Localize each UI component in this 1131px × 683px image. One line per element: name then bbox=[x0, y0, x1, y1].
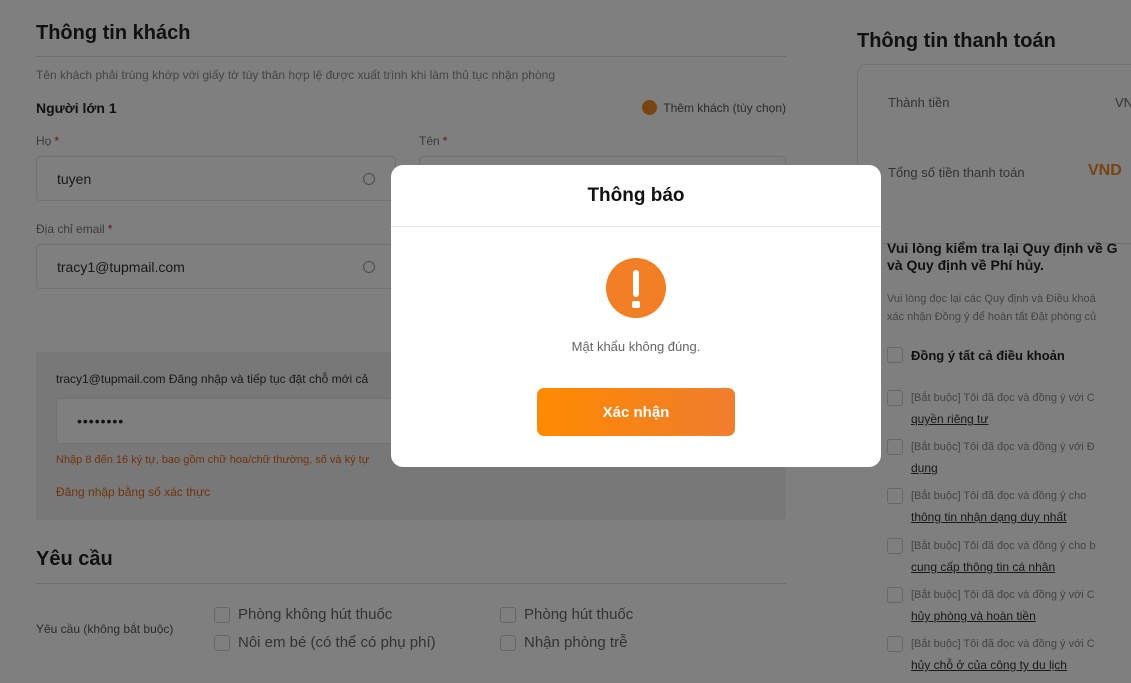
dialog-message: Mật khẩu không đúng. bbox=[571, 339, 701, 354]
exclamation-dot bbox=[632, 301, 640, 308]
exclamation-icon bbox=[606, 258, 666, 318]
notification-dialog: Thông báo Mật khẩu không đúng. Xác nhận bbox=[391, 165, 881, 467]
confirm-button[interactable]: Xác nhận bbox=[537, 388, 735, 436]
exclamation-bar bbox=[633, 270, 639, 297]
dialog-title: Thông báo bbox=[391, 165, 881, 227]
